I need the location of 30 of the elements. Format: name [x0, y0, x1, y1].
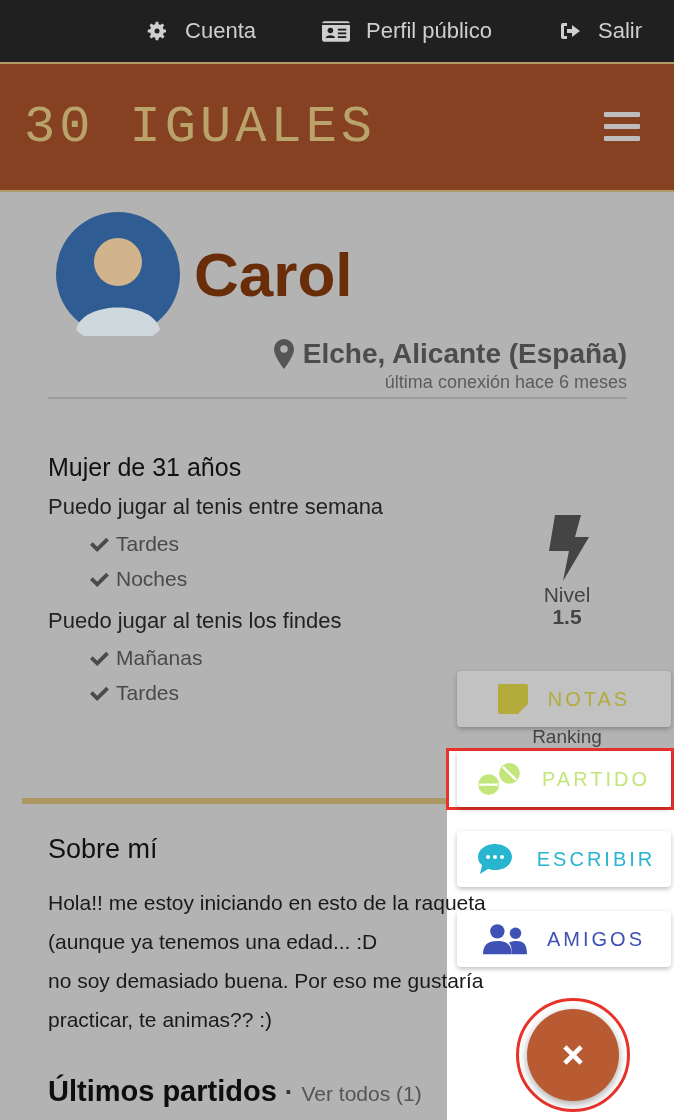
- nav-link[interactable]: Perfil público: [322, 18, 492, 44]
- action-button[interactable]: ESCRIBIR: [457, 831, 671, 887]
- about-text: no soy demasiado buena. Por eso me gustaría: [48, 968, 484, 994]
- time-slot: Tardes: [116, 680, 180, 705]
- time-slot: Mañanas: [116, 645, 203, 670]
- about-text: practicar, te animas?? :): [48, 1007, 273, 1033]
- section-title: Sobre mí: [48, 834, 158, 865]
- menu-icon[interactable]: [604, 112, 640, 142]
- last-seen: última conexión hace 6 meses: [383, 372, 627, 393]
- time-slot: Tardes: [116, 531, 180, 556]
- gender-age: Mujer de 31 años: [48, 453, 242, 482]
- nav-link[interactable]: Cuenta: [145, 18, 257, 44]
- logo[interactable]: 30 IGUALES: [24, 97, 377, 157]
- nav-link[interactable]: Salir: [558, 18, 642, 44]
- time-slot: Noches: [116, 566, 188, 591]
- location-pin-icon: [272, 339, 295, 369]
- availability-title: Puedo jugar al tenis entre semana: [48, 494, 384, 520]
- level-value: 1.5: [552, 607, 582, 627]
- profile-name: Carol: [194, 238, 353, 310]
- about-text: (aunque ya tenemos una edad... :D: [48, 929, 378, 955]
- action-button[interactable]: AMIGOS: [457, 911, 671, 967]
- close-icon: [560, 1042, 586, 1068]
- location: Elche, Alicante (España): [302, 338, 627, 370]
- section-title: Últimos partidos: [48, 1075, 277, 1108]
- availability-title: Puedo jugar al tenis los findes: [48, 608, 343, 634]
- ranking-label: Ranking: [532, 727, 602, 747]
- separator: ·: [284, 1077, 294, 1108]
- id-card-icon: [322, 20, 351, 42]
- level-label: Nivel: [543, 583, 591, 607]
- see-all-link[interactable]: Ver todos (1): [301, 1082, 422, 1106]
